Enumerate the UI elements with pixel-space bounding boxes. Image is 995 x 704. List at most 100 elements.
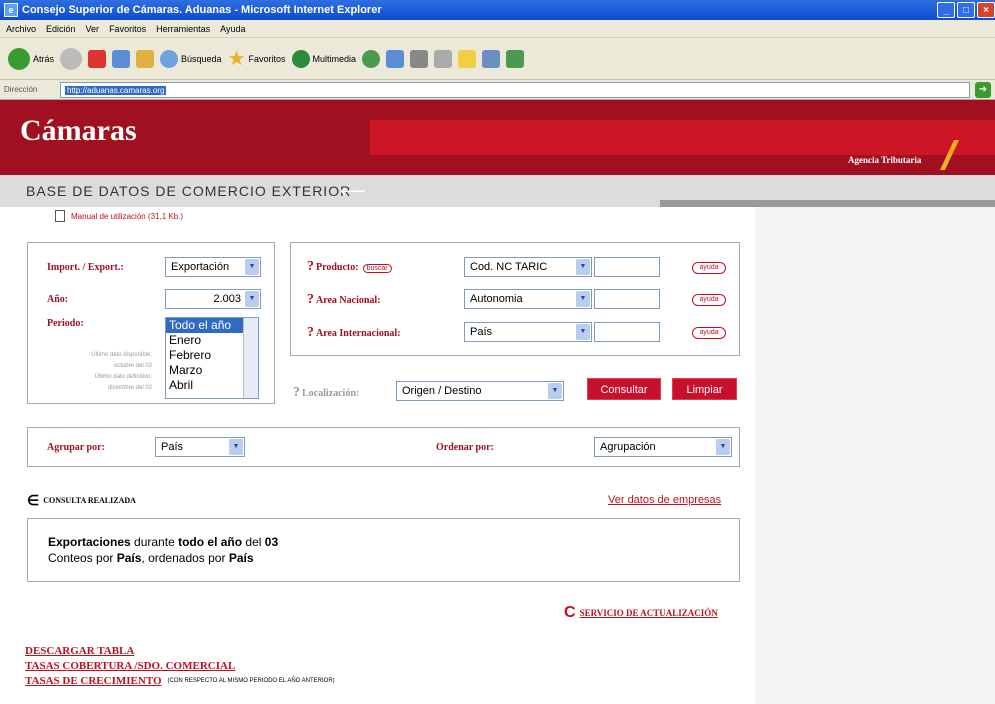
coverage-rates-link[interactable]: TASAS COBERTURA /SDO. COMERCIAL xyxy=(25,660,235,672)
menu-edicion[interactable]: Edición xyxy=(46,24,76,34)
mail-icon[interactable] xyxy=(386,49,405,68)
international-help-button[interactable]: ayuda xyxy=(692,327,726,339)
international-area-select[interactable]: País ▼ xyxy=(464,322,592,342)
query-result-panel xyxy=(27,518,740,582)
go-arrow-icon[interactable]: ➜ xyxy=(975,82,991,98)
international-area-label: ? Area Internacional: xyxy=(307,325,401,340)
international-area-input[interactable] xyxy=(594,322,660,342)
refresh-icon[interactable] xyxy=(112,49,131,68)
location-label: ? Localización: xyxy=(293,385,360,400)
address-bar: Dirección http://aduanas.camaras.org ➜ xyxy=(0,80,995,100)
query-summary-line2: Conteos por País, ordenados por País xyxy=(48,551,254,565)
history-icon[interactable] xyxy=(362,49,381,68)
print-icon[interactable] xyxy=(410,49,429,68)
growth-rates-link[interactable]: TASAS DE CRECIMIENTO xyxy=(25,675,162,687)
agency-logo-text: Agencia Tributaria xyxy=(848,155,922,165)
product-help-button[interactable]: ayuda xyxy=(692,262,726,274)
question-icon: ? xyxy=(307,259,314,274)
ie-icon: e xyxy=(4,3,18,17)
address-label: Dirección xyxy=(4,85,38,94)
media-icon xyxy=(291,49,310,68)
back-arrow-icon[interactable]: ⟵ xyxy=(340,181,366,202)
national-help-button[interactable]: ayuda xyxy=(692,294,726,306)
messenger-icon[interactable] xyxy=(506,49,525,68)
company-data-link[interactable]: Ver datos de empresas xyxy=(608,494,721,506)
menu-bar: Archivo Edición Ver Favoritos Herramient… xyxy=(0,20,995,38)
menu-favoritos[interactable]: Favoritos xyxy=(109,24,146,34)
chevron-down-icon: ▼ xyxy=(716,439,730,455)
location-select[interactable]: Origen / Destino ▼ xyxy=(396,381,564,401)
pdf-icon xyxy=(55,210,65,222)
download-table-link[interactable]: DESCARGAR TABLA xyxy=(25,645,134,657)
year-select[interactable]: 2.003 ▼ xyxy=(165,289,261,309)
banner-strip xyxy=(370,120,995,155)
window-title: Consejo Superior de Cámaras. Aduanas - M… xyxy=(22,4,382,16)
group-by-select[interactable]: País ▼ xyxy=(155,437,245,457)
growth-note: (CON RESPECTO AL MISMO PERIODO EL AÑO AN… xyxy=(167,678,335,684)
page-title: BASE DE DATOS DE COMERCIO EXTERIOR xyxy=(26,183,352,199)
site-banner: Cámaras Agencia Tributaria xyxy=(0,100,995,175)
query-summary-line1: Exportaciones durante todo el año del 03 xyxy=(48,535,279,549)
browser-toolbar: Atrás Búsqueda ★ Favoritos Multimedia xyxy=(0,38,995,80)
national-area-select[interactable]: Autonomia ▼ xyxy=(464,289,592,309)
minimize-button[interactable]: _ xyxy=(937,2,955,18)
update-c-icon: C xyxy=(564,604,576,621)
group-by-label: Agrupar por: xyxy=(47,442,105,453)
chevron-down-icon: ▼ xyxy=(245,259,259,275)
search-icon xyxy=(160,49,179,68)
query-heading: ∈ CONSULTA REALIZADA xyxy=(27,492,136,508)
data-availability-note: Último dato disponible: octubre del 03 Ú… xyxy=(91,352,152,391)
consulta-logo-icon: ∈ xyxy=(27,492,40,508)
product-select[interactable]: Cod. NC TARIC ▼ xyxy=(464,257,592,277)
window-titlebar: e Consejo Superior de Cámaras. Aduanas -… xyxy=(0,0,995,20)
forward-arrow-icon[interactable] xyxy=(60,47,83,70)
camaras-logo[interactable]: Cámaras xyxy=(20,114,137,148)
menu-archivo[interactable]: Archivo xyxy=(6,24,36,34)
national-area-label: ? Area Nacional: xyxy=(307,292,381,307)
search-product-button[interactable]: buscar xyxy=(362,264,392,273)
favorites-button[interactable]: ★ Favoritos xyxy=(228,46,286,71)
maximize-button[interactable]: □ xyxy=(957,2,975,18)
address-input[interactable]: http://aduanas.camaras.org xyxy=(60,82,970,98)
question-icon: ? xyxy=(307,292,314,307)
edit-icon[interactable] xyxy=(434,49,453,68)
home-icon[interactable] xyxy=(136,49,155,68)
address-url: http://aduanas.camaras.org xyxy=(65,85,167,95)
order-by-label: Ordenar por: xyxy=(436,442,494,453)
chevron-down-icon: ▼ xyxy=(576,259,590,275)
period-listbox[interactable]: Todo el año Enero Febrero Marzo Abril xyxy=(165,317,259,399)
consult-button[interactable]: Consultar xyxy=(587,378,661,400)
media-button[interactable]: Multimedia xyxy=(291,49,356,68)
import-export-label: Import. / Export.: xyxy=(47,262,124,273)
menu-ver[interactable]: Ver xyxy=(86,24,100,34)
update-service-link[interactable]: C SERVICIO DE ACTUALIZACIÓN xyxy=(564,604,718,622)
national-area-input[interactable] xyxy=(594,289,660,309)
chevron-down-icon: ▼ xyxy=(548,383,562,399)
period-label: Periodo: xyxy=(47,318,84,329)
research-icon[interactable] xyxy=(482,49,501,68)
chevron-down-icon: ▼ xyxy=(576,291,590,307)
listbox-scrollbar[interactable] xyxy=(243,318,258,398)
star-icon: ★ xyxy=(227,48,246,70)
search-button[interactable]: Búsqueda xyxy=(160,49,222,68)
title-band-stripe xyxy=(660,200,995,207)
menu-herramientas[interactable]: Herramientas xyxy=(156,24,210,34)
stop-icon[interactable] xyxy=(88,49,107,68)
title-band: BASE DE DATOS DE COMERCIO EXTERIOR ⟵ xyxy=(0,175,995,207)
chevron-down-icon: ▼ xyxy=(245,291,259,307)
year-label: Año: xyxy=(47,294,69,305)
close-button[interactable]: × xyxy=(977,2,995,18)
product-code-input[interactable] xyxy=(594,257,660,277)
manual-link[interactable]: Manual de utilización (31,1 Kb.) xyxy=(55,210,183,222)
chevron-down-icon: ▼ xyxy=(229,439,243,455)
menu-ayuda[interactable]: Ayuda xyxy=(220,24,245,34)
chevron-down-icon: ▼ xyxy=(576,324,590,340)
import-export-select[interactable]: Exportación ▼ xyxy=(165,257,261,277)
folder-icon[interactable] xyxy=(458,49,477,68)
order-by-select[interactable]: Agrupación ▼ xyxy=(594,437,732,457)
right-side-panel xyxy=(755,207,995,704)
clear-button[interactable]: Limpiar xyxy=(672,378,737,400)
back-button[interactable]: Atrás xyxy=(8,47,54,70)
question-icon: ? xyxy=(307,325,314,340)
back-arrow-icon xyxy=(8,47,30,70)
